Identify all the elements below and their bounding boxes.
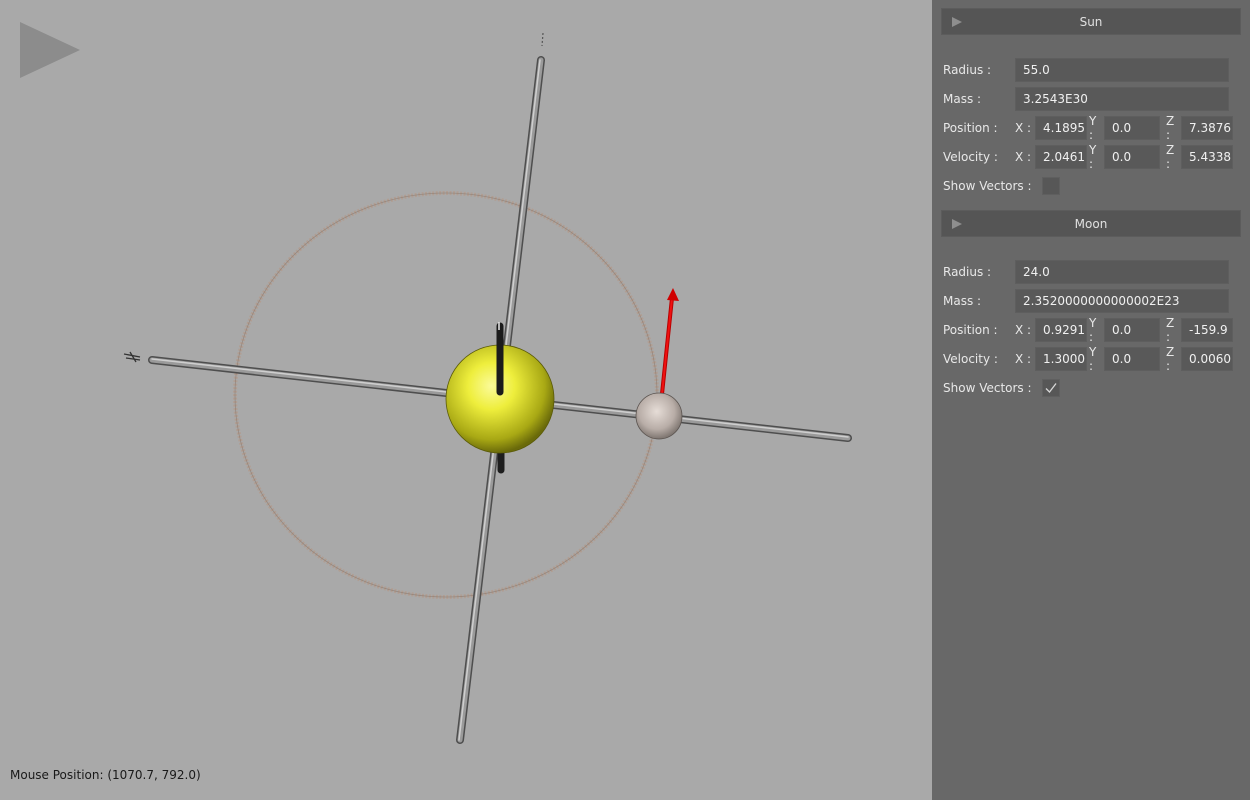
sun-show-vectors-checkbox[interactable] xyxy=(1042,176,1060,195)
moon-properties: Radius : 24.0 Mass : 2.3520000000000002E… xyxy=(941,237,1241,402)
moon-position-y-input[interactable]: 0.0 xyxy=(1104,317,1160,342)
x-label: X : xyxy=(1015,120,1032,135)
sun-mass-row: Mass : 3.2543E30 xyxy=(943,84,1241,113)
sun-section: Sun Radius : 55.0 Mass : 3.2543E30 Posit… xyxy=(941,8,1241,200)
moon-radius-row: Radius : 24.0 xyxy=(943,257,1241,286)
mouse-position-readout: Mouse Position: (1070.7, 792.0) xyxy=(10,768,201,782)
moon-mass-row: Mass : 2.3520000000000002E23 xyxy=(943,286,1241,315)
moon-show-vectors-row: Show Vectors : xyxy=(943,373,1241,402)
play-icon[interactable] xyxy=(18,20,82,80)
show-vectors-label: Show Vectors : xyxy=(943,380,1032,395)
moon-velocity-arrowhead xyxy=(667,288,679,301)
x-label: X : xyxy=(1015,322,1032,337)
triangle-right-icon xyxy=(952,17,962,27)
mass-label: Mass : xyxy=(943,91,982,106)
sun-section-header[interactable]: Sun xyxy=(941,8,1241,35)
sun-radius-row: Radius : 55.0 xyxy=(943,55,1241,84)
axis-end-marker-left xyxy=(123,351,141,363)
y-label: Y : xyxy=(1089,344,1097,373)
sun-velocity-y-input[interactable]: 0.0 xyxy=(1104,144,1160,169)
sun-properties: Radius : 55.0 Mass : 3.2543E30 Position … xyxy=(941,35,1241,200)
sun-velocity-z-input[interactable]: 5.4338 xyxy=(1181,144,1233,169)
sun-section-title: Sun xyxy=(1079,14,1103,29)
moon-velocity-x-input[interactable]: 1.3000 xyxy=(1035,346,1087,371)
z-label: Z : xyxy=(1166,344,1175,373)
moon-position-x-input[interactable]: 0.9291 xyxy=(1035,317,1087,342)
simulation-viewport[interactable]: Mouse Position: (1070.7, 792.0) xyxy=(0,0,932,800)
moon-position-z-input[interactable]: -159.9 xyxy=(1181,317,1233,342)
mass-label: Mass : xyxy=(943,293,982,308)
moon-show-vectors-checkbox[interactable] xyxy=(1042,378,1060,397)
sun-show-vectors-row: Show Vectors : xyxy=(943,171,1241,200)
position-label: Position : xyxy=(943,120,998,135)
moon-mass-input[interactable]: 2.3520000000000002E23 xyxy=(1015,288,1229,313)
sun-mass-input[interactable]: 3.2543E30 xyxy=(1015,86,1229,111)
radius-label: Radius : xyxy=(943,264,992,279)
velocity-label: Velocity : xyxy=(943,149,998,164)
moon-section-title: Moon xyxy=(1074,216,1108,231)
moon-velocity-y-input[interactable]: 0.0 xyxy=(1104,346,1160,371)
y-label: Y : xyxy=(1089,113,1097,142)
sun-velocity-row: Velocity : X : 2.0461 Y : 0.0 Z : 5.4338 xyxy=(943,142,1241,171)
moon-velocity-z-input[interactable]: 0.0060 xyxy=(1181,346,1233,371)
z-label: Z : xyxy=(1166,113,1175,142)
sun-radius-input[interactable]: 55.0 xyxy=(1015,57,1229,82)
z-label: Z : xyxy=(1166,315,1175,344)
sun-position-x-input[interactable]: 4.1895 xyxy=(1035,115,1087,140)
scene-canvas[interactable] xyxy=(0,0,932,800)
moon-section-header[interactable]: Moon xyxy=(941,210,1241,237)
moon-position-row: Position : X : 0.9291 Y : 0.0 Z : -159.9 xyxy=(943,315,1241,344)
checkmark-icon xyxy=(1045,382,1057,393)
sun-position-z-input[interactable]: 7.3876 xyxy=(1181,115,1233,140)
sun-velocity-x-input[interactable]: 2.0461 xyxy=(1035,144,1087,169)
sun-position-y-input[interactable]: 0.0 xyxy=(1104,115,1160,140)
sun-position-row: Position : X : 4.1895 Y : 0.0 Z : 7.3876 xyxy=(943,113,1241,142)
y-label: Y : xyxy=(1089,142,1097,171)
axis-end-marker-top xyxy=(541,32,544,47)
moon-body[interactable] xyxy=(635,392,683,440)
x-label: X : xyxy=(1015,351,1032,366)
moon-section: Moon Radius : 24.0 Mass : 2.352000000000… xyxy=(941,210,1241,402)
velocity-label: Velocity : xyxy=(943,351,998,366)
radius-label: Radius : xyxy=(943,62,992,77)
moon-radius-input[interactable]: 24.0 xyxy=(1015,259,1229,284)
y-label: Y : xyxy=(1089,315,1097,344)
x-label: X : xyxy=(1015,149,1032,164)
properties-panel: Sun Radius : 55.0 Mass : 3.2543E30 Posit… xyxy=(932,0,1250,800)
moon-velocity-row: Velocity : X : 1.3000 Y : 0.0 Z : 0.0060 xyxy=(943,344,1241,373)
triangle-right-icon xyxy=(952,219,962,229)
show-vectors-label: Show Vectors : xyxy=(943,178,1032,193)
z-label: Z : xyxy=(1166,142,1175,171)
position-label: Position : xyxy=(943,322,998,337)
